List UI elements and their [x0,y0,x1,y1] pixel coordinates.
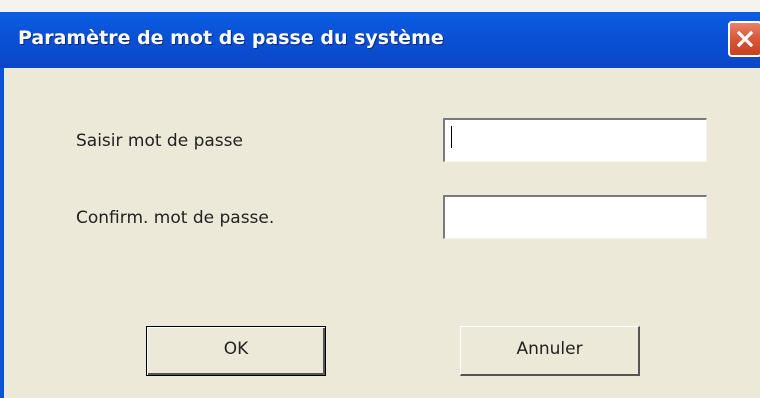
window-title: Paramètre de mot de passe du système [18,27,444,49]
confirm-password-label: Confirm. mot de passe. [76,208,275,228]
text-caret [451,126,452,148]
close-button[interactable] [728,21,760,57]
close-icon [736,30,754,48]
ok-button[interactable]: OK [146,326,326,376]
title-bar[interactable]: Paramètre de mot de passe du système [0,12,760,68]
password-label: Saisir mot de passe [76,131,243,151]
top-strip [0,0,760,12]
confirm-password-input[interactable] [443,195,707,239]
cancel-button[interactable]: Annuler [460,326,640,376]
password-input[interactable] [443,118,707,162]
